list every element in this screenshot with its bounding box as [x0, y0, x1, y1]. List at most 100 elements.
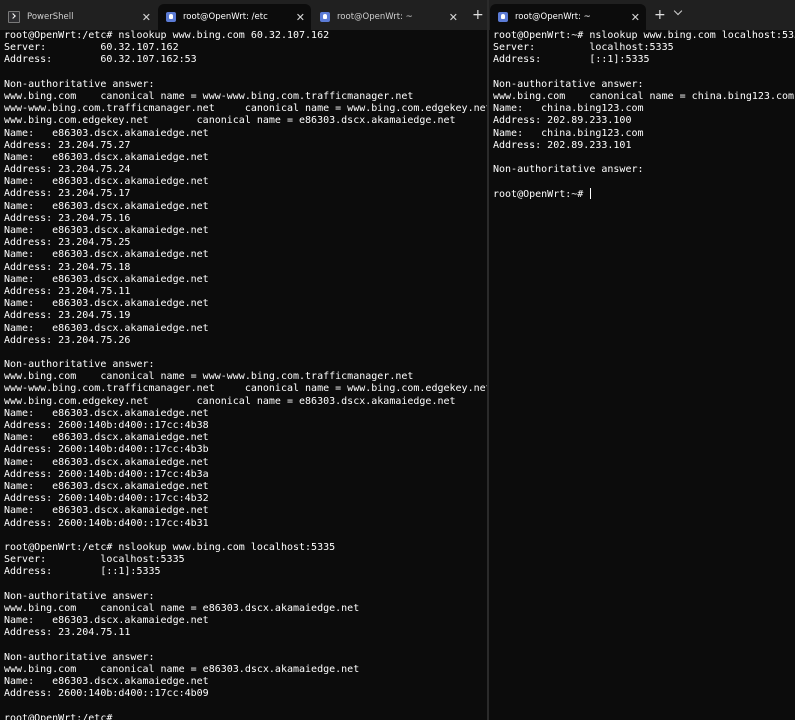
terminal-line-text: Address: 2600:140b:d400::17cc:4b3b — [4, 444, 209, 456]
terminal-line-text: Name: e86303.dscx.akamaiedge.net — [4, 225, 209, 236]
terminal-line: root@OpenWrt:/etc# — [4, 713, 487, 720]
terminal-line-text: Name: china.bing123.com — [493, 103, 644, 115]
terminal-line-text: Address: 23.204.75.25 — [4, 237, 131, 249]
terminal-line: Name: e86303.dscx.akamaiedge.net — [4, 176, 487, 188]
terminal-line-text: Name: china.bing123.com — [493, 127, 644, 139]
tab-label: root@OpenWrt: /etc — [183, 12, 268, 22]
right-tab-bar: root@OpenWrt: ~ ✕ + — [489, 0, 795, 30]
close-icon[interactable]: ✕ — [142, 12, 151, 23]
terminal-line-text: Address: 2600:140b:d400::17cc:4b31 — [4, 517, 209, 529]
new-tab-button[interactable]: + — [654, 6, 666, 24]
terminal-line-text: Name: e86303.dscx.akamaiedge.net — [4, 298, 209, 310]
terminal-line: Address: 23.204.75.24 — [4, 164, 487, 176]
terminal-line: Name: e86303.dscx.akamaiedge.net — [4, 676, 487, 688]
terminal-line-text: Name: e86303.dscx.akamaiedge.net — [4, 505, 209, 517]
terminal-line: Server: localhost:5335 — [493, 42, 795, 54]
terminal-line: root@OpenWrt:~# nslookup www.bing.com lo… — [493, 30, 795, 42]
terminal-line: Non-authoritative answer: — [4, 359, 487, 371]
terminal-line: root@OpenWrt:~# — [493, 188, 795, 200]
left-terminal-output[interactable]: root@OpenWrt:/etc# nslookup www.bing.com… — [0, 30, 487, 720]
tab-label: root@OpenWrt: ~ — [515, 12, 591, 22]
tab-root-openwrt-etc[interactable]: root@OpenWrt: /etc ✕ — [158, 4, 311, 30]
terminal-line-text: root@OpenWrt:/etc# — [4, 712, 113, 720]
terminal-line-text: Address: 23.204.75.27 — [4, 139, 131, 151]
terminal-line: Name: e86303.dscx.akamaiedge.net — [4, 152, 487, 164]
terminal-line: Address: 202.89.233.100 — [493, 115, 795, 127]
new-tab-button[interactable]: + — [472, 6, 484, 24]
linux-icon — [166, 12, 176, 22]
terminal-line-text: Non-authoritative answer: — [4, 590, 155, 602]
tab-root-openwrt-home[interactable]: root@OpenWrt: ~ ✕ — [312, 4, 464, 30]
terminal-line-text: www.bing.com canonical name = e86303.dsc… — [4, 602, 360, 614]
close-icon[interactable]: ✕ — [631, 12, 640, 23]
terminal-line-text: www-www.bing.com.trafficmanager.net cano… — [4, 383, 487, 395]
terminal-line: Name: e86303.dscx.akamaiedge.net — [4, 457, 487, 469]
terminal-line-text: Address: 2600:140b:d400::17cc:4b09 — [4, 688, 209, 700]
terminal-line: Address: 60.32.107.162:53 — [4, 54, 487, 66]
terminal-line-text: Address: [::1]:5335 — [4, 566, 161, 578]
terminal-line-text: Address: 23.204.75.26 — [4, 334, 131, 346]
terminal-line: Non-authoritative answer: — [4, 79, 487, 91]
terminal-line: root@OpenWrt:/etc# nslookup www.bing.com… — [4, 30, 487, 42]
terminal-line-text: www.bing.com canonical name = e86303.dsc… — [4, 663, 360, 675]
terminal-line: Non-authoritative answer: — [4, 591, 487, 603]
powershell-icon — [8, 11, 20, 23]
tab-powershell[interactable]: PowerShell ✕ — [0, 4, 157, 30]
terminal-line-text: root@OpenWrt:/etc# nslookup www.bing.com… — [4, 541, 336, 553]
terminal-line-text: www-www.bing.com.trafficmanager.net cano… — [4, 103, 487, 115]
terminal-line: Address: 23.204.75.27 — [4, 140, 487, 152]
terminal-line-text: Address: 202.89.233.100 — [493, 115, 632, 127]
terminal-line-text: Address: 23.204.75.18 — [4, 261, 131, 273]
terminal-line-text: Address: 23.204.75.16 — [4, 212, 131, 224]
right-terminal-output[interactable]: root@OpenWrt:~# nslookup www.bing.com lo… — [489, 30, 795, 720]
terminal-line: Non-authoritative answer: — [4, 652, 487, 664]
terminal-line: Address: 2600:140b:d400::17cc:4b38 — [4, 420, 487, 432]
terminal-line: Address: 2600:140b:d400::17cc:4b3b — [4, 444, 487, 456]
tab-root-openwrt-home[interactable]: root@OpenWrt: ~ ✕ — [490, 4, 646, 30]
terminal-line: Address: 23.204.75.18 — [4, 262, 487, 274]
left-terminal-pane[interactable]: PowerShell ✕ root@OpenWrt: /etc ✕ root@O… — [0, 0, 487, 720]
right-terminal-pane[interactable]: root@OpenWrt: ~ ✕ + root@OpenWrt:~# nslo… — [489, 0, 795, 720]
terminal-line-text: Address: 2600:140b:d400::17cc:4b38 — [4, 420, 209, 431]
terminal-line-text: Non-authoritative answer: — [4, 78, 155, 90]
tab-label: root@OpenWrt: ~ — [337, 12, 413, 22]
terminal-line-text: Server: 60.32.107.162 — [4, 42, 179, 54]
terminal-line: Name: e86303.dscx.akamaiedge.net — [4, 249, 487, 261]
chevron-down-icon[interactable] — [673, 6, 683, 16]
close-icon[interactable]: ✕ — [296, 12, 305, 23]
terminal-line: www.bing.com canonical name = e86303.dsc… — [4, 664, 487, 676]
terminal-line: Non-authoritative answer: — [493, 79, 795, 91]
terminal-line-text: Server: localhost:5335 — [493, 42, 674, 54]
text-cursor — [590, 188, 592, 200]
terminal-line-text: Non-authoritative answer: — [493, 78, 644, 90]
terminal-line-text: www.bing.com.edgekey.net canonical name … — [4, 395, 456, 407]
terminal-line-text: Address: 23.204.75.24 — [4, 164, 131, 176]
terminal-line: Address: 23.204.75.19 — [4, 310, 487, 322]
terminal-line-text: www.bing.com canonical name = www-www.bi… — [4, 90, 414, 102]
terminal-line: Name: china.bing123.com — [493, 103, 795, 115]
terminal-line: Address: 23.204.75.11 — [4, 627, 487, 639]
terminal-line-text: Address: 2600:140b:d400::17cc:4b32 — [4, 493, 209, 505]
linux-icon — [320, 12, 330, 22]
terminal-line: Name: e86303.dscx.akamaiedge.net — [4, 201, 487, 213]
terminal-line-text: www.bing.com.edgekey.net canonical name … — [4, 115, 456, 127]
terminal-line-text: www.bing.com canonical name = china.bing… — [493, 90, 795, 102]
terminal-line: Address: [::1]:5335 — [493, 54, 795, 66]
terminal-line-text: Name: e86303.dscx.akamaiedge.net — [4, 456, 209, 468]
terminal-line-text: root@OpenWrt:~# nslookup www.bing.com lo… — [493, 30, 795, 41]
terminal-line-text: root@OpenWrt:~# — [493, 189, 590, 201]
terminal-line-text: Name: e86303.dscx.akamaiedge.net — [4, 127, 209, 139]
terminal-line-text: root@OpenWrt:/etc# nslookup www.bing.com… — [4, 30, 330, 41]
close-icon[interactable]: ✕ — [449, 12, 458, 23]
terminal-line-text: Address: 60.32.107.162:53 — [4, 54, 197, 66]
terminal-line: Address: 2600:140b:d400::17cc:4b09 — [4, 688, 487, 700]
terminal-line-text: Address: 202.89.233.101 — [493, 139, 632, 151]
terminal-line-text: Address: 23.204.75.17 — [4, 188, 131, 200]
terminal-line: Name: e86303.dscx.akamaiedge.net — [4, 225, 487, 237]
